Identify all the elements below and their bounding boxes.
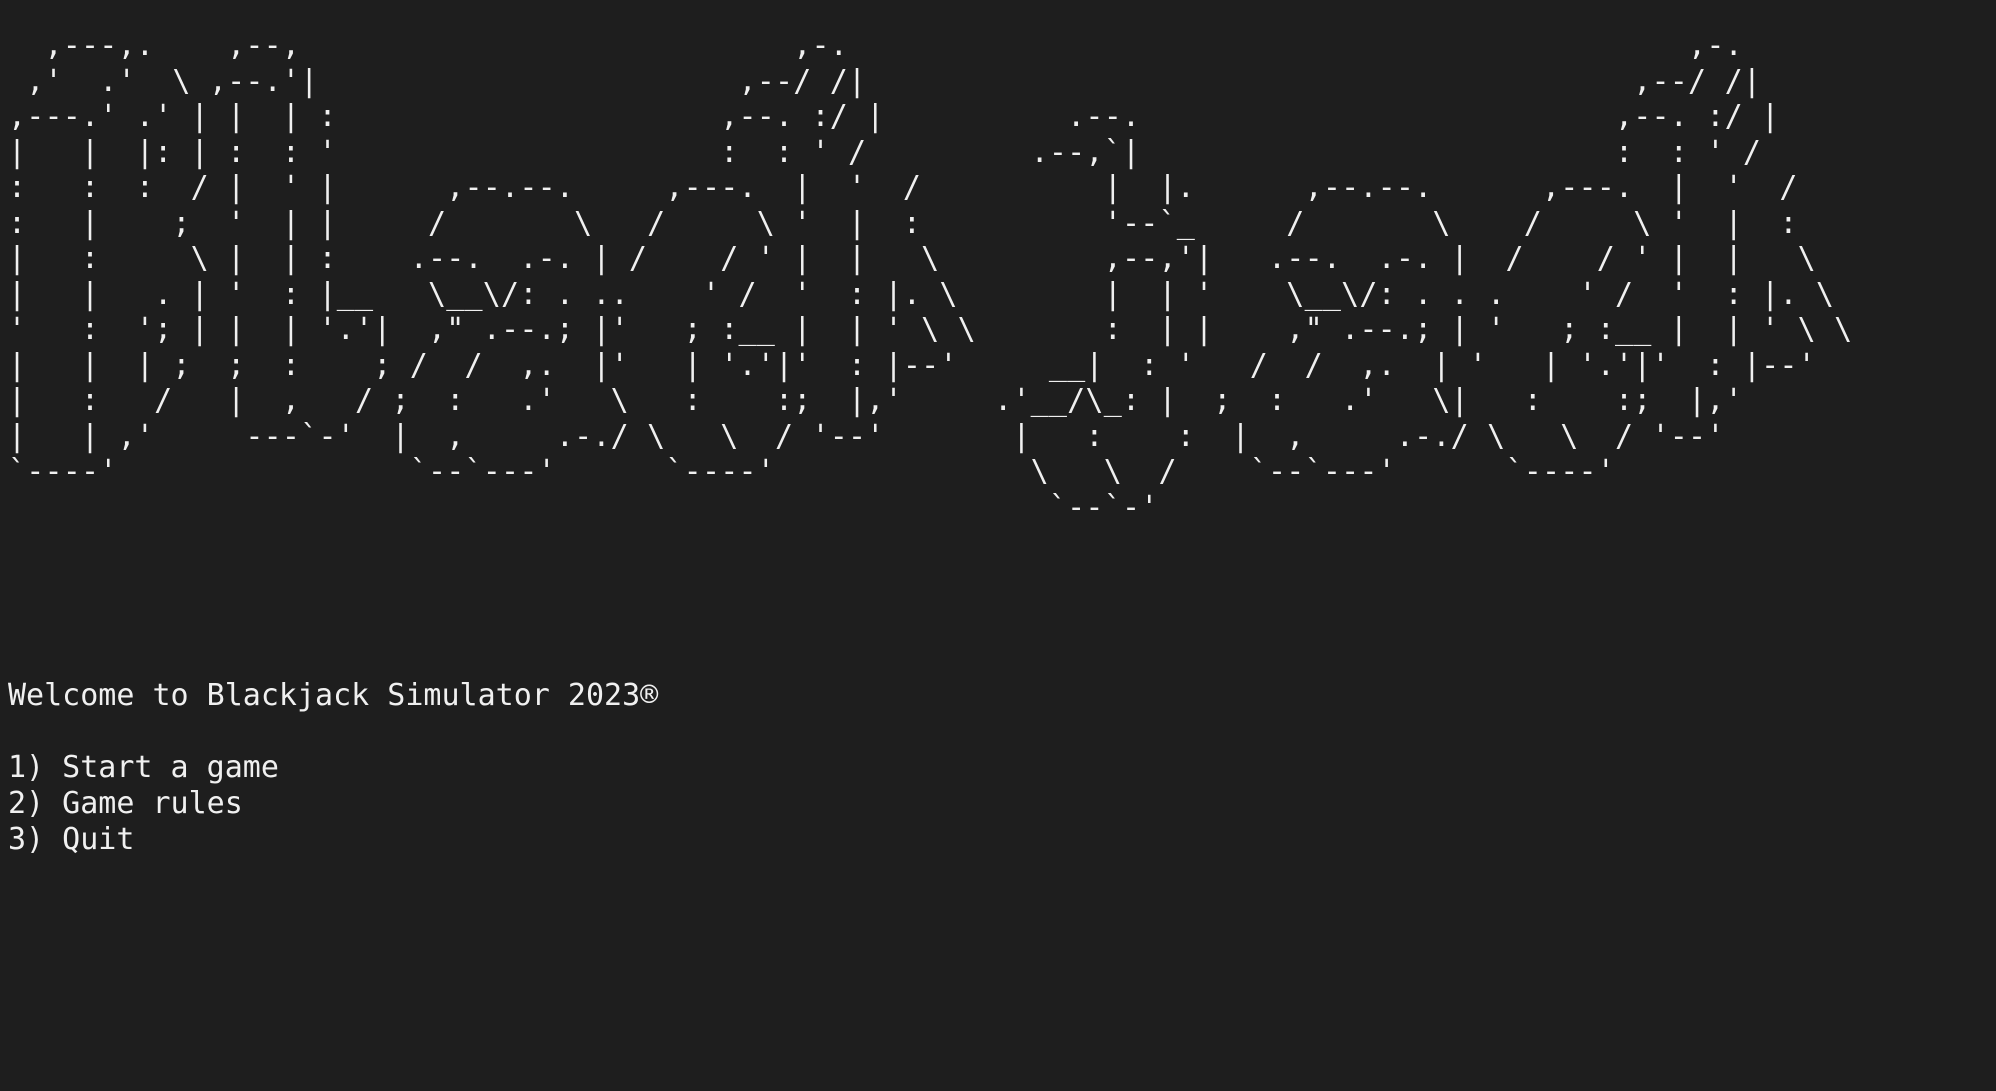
menu-item-quit[interactable]: 3) Quit — [8, 822, 279, 858]
welcome-message: Welcome to Blackjack Simulator 2023® — [8, 678, 659, 713]
terminal-window: ,---,. ,--, ,-. ,-. ,' .' \ ,--.'| ,--/ … — [0, 0, 1996, 1091]
menu-item-game-rules[interactable]: 2) Game rules — [8, 786, 279, 822]
main-menu: 1) Start a game 2) Game rules 3) Quit — [8, 750, 279, 858]
menu-item-start-game[interactable]: 1) Start a game — [8, 750, 279, 786]
blackjack-ascii-banner: ,---,. ,--, ,-. ,-. ,' .' \ ,--.'| ,--/ … — [8, 28, 1853, 525]
